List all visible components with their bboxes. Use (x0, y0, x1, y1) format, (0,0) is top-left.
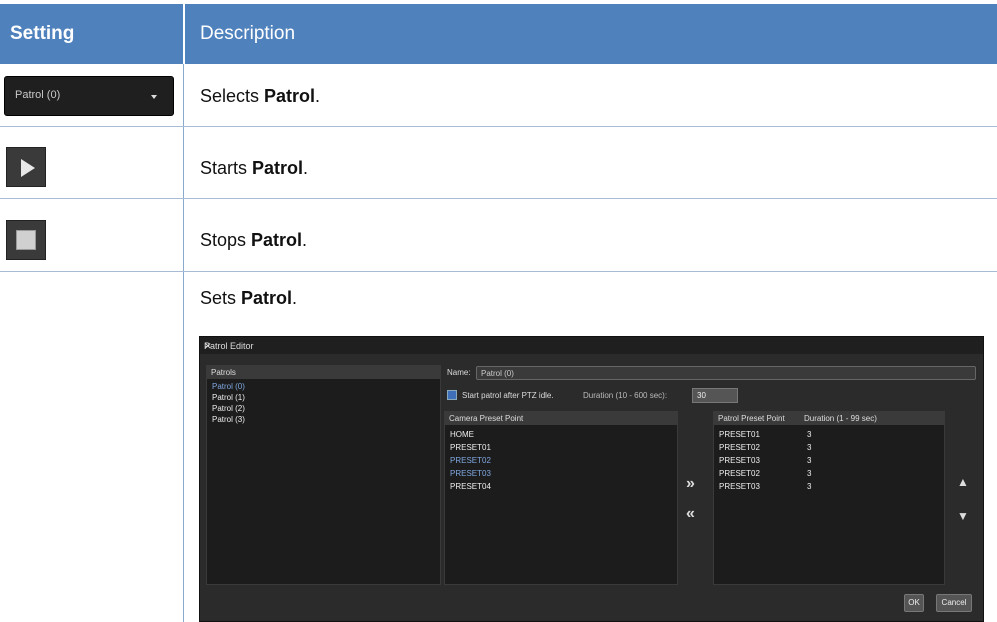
name-field[interactable]: Patrol (0) (476, 366, 976, 380)
row-divider (0, 126, 997, 127)
chevron-down-icon (151, 95, 157, 99)
add-preset-icon[interactable]: » (686, 475, 695, 493)
preset-name[interactable]: PRESET03 (719, 482, 760, 491)
list-item[interactable]: Patrol (0) (212, 382, 245, 391)
camera-preset-list: Camera Preset Point HOME PRESET01 PRESET… (444, 411, 678, 585)
close-icon[interactable]: ✕ (204, 341, 977, 352)
patrol-select[interactable]: Patrol (0) (4, 76, 174, 116)
patrol-select-value: Patrol (0) (15, 89, 61, 101)
row-divider (0, 271, 997, 272)
list-item[interactable]: HOME (450, 430, 474, 439)
start-patrol-label: Start patrol after PTZ idle. (462, 391, 554, 400)
patrols-header: Patrols (207, 366, 440, 379)
stop-patrol-button[interactable] (6, 220, 46, 260)
ok-button[interactable]: OK (904, 594, 924, 612)
move-down-icon[interactable]: ▼ (957, 509, 969, 523)
list-item[interactable]: Patrol (2) (212, 404, 245, 413)
row-description-start: Starts Patrol. (200, 158, 309, 178)
list-item[interactable]: PRESET02 (450, 456, 491, 465)
list-item[interactable]: Patrol (1) (212, 393, 245, 402)
settings-table: Setting Description Patrol (0) Selects P… (0, 0, 997, 622)
preset-name[interactable]: PRESET03 (719, 456, 760, 465)
preset-duration[interactable]: 3 (807, 456, 811, 465)
list-item[interactable]: PRESET04 (450, 482, 491, 491)
header-setting: Setting (10, 23, 75, 44)
remove-preset-icon[interactable]: « (686, 505, 695, 523)
play-icon (21, 159, 35, 177)
name-label: Name: (447, 368, 471, 377)
column-divider (183, 64, 184, 622)
row-description-stop: Stops Patrol. (200, 230, 308, 250)
row-divider (0, 198, 997, 199)
header-divider (183, 4, 185, 64)
start-patrol-checkbox[interactable] (447, 390, 457, 400)
list-item[interactable]: PRESET01 (450, 443, 491, 452)
start-patrol-button[interactable] (6, 147, 46, 187)
preset-name[interactable]: PRESET02 (719, 443, 760, 452)
preset-duration[interactable]: 3 (807, 430, 811, 439)
preset-duration[interactable]: 3 (807, 443, 811, 452)
patrol-editor-dialog: Patrol Editor ✕ Patrols Patrol (0) Patro… (199, 336, 984, 622)
patrol-preset-list: Patrol Preset Point Duration (1 - 99 sec… (713, 411, 945, 585)
stop-icon (16, 230, 36, 250)
cancel-button[interactable]: Cancel (936, 594, 972, 612)
dialog-titlebar: Patrol Editor ✕ (200, 337, 983, 354)
camera-preset-header: Camera Preset Point (445, 412, 677, 425)
duration-label: Duration (10 - 600 sec): (583, 391, 668, 400)
preset-name[interactable]: PRESET02 (719, 469, 760, 478)
row-description-set: Sets Patrol. (200, 288, 298, 308)
list-item[interactable]: Patrol (3) (212, 415, 245, 424)
header-description: Description (200, 23, 296, 44)
patrols-list: Patrols Patrol (0) Patrol (1) Patrol (2)… (206, 365, 441, 585)
patrol-preset-header: Patrol Preset Point Duration (1 - 99 sec… (714, 412, 944, 425)
duration-input[interactable]: 30 (692, 388, 738, 403)
preset-duration[interactable]: 3 (807, 482, 811, 491)
preset-name[interactable]: PRESET01 (719, 430, 760, 439)
row-description-select: Selects Patrol. (200, 86, 321, 106)
table-header: Setting Description (0, 4, 997, 64)
preset-duration[interactable]: 3 (807, 469, 811, 478)
move-up-icon[interactable]: ▲ (957, 475, 969, 489)
list-item[interactable]: PRESET03 (450, 469, 491, 478)
